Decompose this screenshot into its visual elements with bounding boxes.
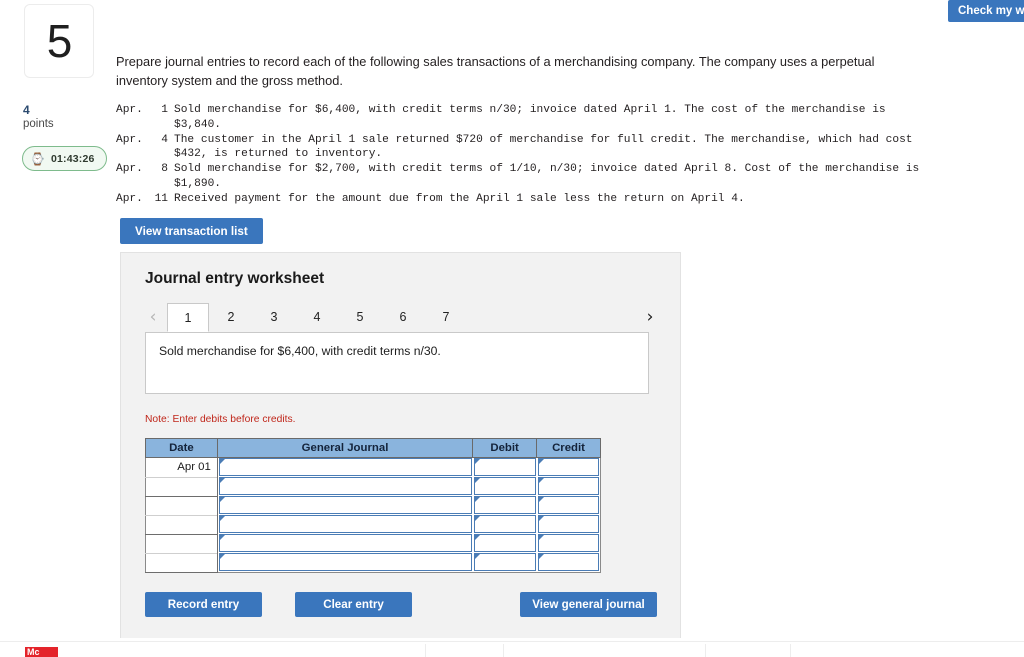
worksheet-tab-3[interactable]: 3: [253, 303, 295, 332]
mcgraw-hill-logo: Mc: [25, 647, 58, 657]
transaction-row: Apr. 4 The customer in the April 1 sale …: [116, 133, 936, 148]
cell-date-5: [145, 533, 218, 553]
cell-date-6: [145, 552, 218, 573]
input-debit-6[interactable]: [473, 553, 536, 571]
timer-value: 01:43:26: [50, 152, 95, 165]
column-header-debit: Debit: [472, 438, 538, 458]
journal-entry-worksheet-panel: Journal entry worksheet ‹ 1 2 3 4 5 6 7 …: [120, 252, 681, 638]
record-entry-button[interactable]: Record entry: [145, 592, 262, 617]
transaction-description: Sold merchandise for $6,400, with credit…: [174, 104, 886, 116]
view-general-journal-button[interactable]: View general journal: [520, 592, 657, 617]
cell-date-2: [145, 476, 218, 496]
transaction-row: Apr. 11 Received payment for the amount …: [116, 192, 936, 207]
table-row: [145, 514, 601, 534]
table-row: [145, 495, 601, 515]
transaction-day: 8: [161, 163, 168, 176]
debits-before-credits-note: Note: Enter debits before credits.: [145, 414, 296, 425]
input-general-journal-1[interactable]: [218, 458, 472, 476]
transaction-month: Apr.: [116, 163, 143, 176]
worksheet-title: Journal entry worksheet: [145, 270, 325, 287]
transaction-description: Sold merchandise for $2,700, with credit…: [174, 163, 920, 176]
transaction-description: Received payment for the amount due from…: [174, 192, 745, 205]
transaction-description-line2: $432, is returned to inventory.: [174, 148, 383, 161]
input-credit-4[interactable]: [537, 515, 599, 533]
transaction-description-line2: $1,890.: [174, 177, 221, 190]
chevron-right-icon[interactable]: ›: [642, 306, 658, 328]
input-debit-4[interactable]: [473, 515, 536, 533]
input-credit-1[interactable]: [537, 458, 599, 476]
chevron-left-icon[interactable]: ‹: [145, 306, 161, 328]
clear-entry-button[interactable]: Clear entry: [295, 592, 412, 617]
input-credit-3[interactable]: [537, 496, 599, 514]
transaction-row-continued: $3,840.: [116, 118, 936, 133]
transaction-list-body: Apr. 1 Sold merchandise for $6,400, with…: [116, 103, 936, 206]
column-header-general-journal: General Journal: [216, 438, 474, 458]
table-row: Apr 01: [145, 457, 601, 477]
table-row: [145, 552, 601, 573]
timer-badge: ⌚ 01:43:26: [22, 146, 107, 171]
input-general-journal-6[interactable]: [218, 553, 472, 571]
journal-table-head: Date General Journal Debit Credit: [145, 438, 601, 458]
input-general-journal-4[interactable]: [218, 515, 472, 533]
input-credit-2[interactable]: [537, 477, 599, 495]
cell-date-4: [145, 514, 218, 534]
footer-divider: [425, 644, 426, 657]
footer-divider: [790, 644, 791, 657]
transaction-row-continued: $1,890.: [116, 177, 936, 192]
transaction-month: Apr.: [116, 104, 143, 116]
points-value: 4: [23, 103, 30, 117]
transaction-day: 11: [154, 192, 168, 205]
worksheet-tabs: ‹ 1 2 3 4 5 6 7 ›: [145, 303, 658, 332]
input-credit-6[interactable]: [537, 553, 599, 571]
page-footer: Mc: [0, 641, 1024, 657]
input-credit-5[interactable]: [537, 534, 599, 552]
question-prompt: Prepare journal entries to record each o…: [116, 54, 875, 88]
input-debit-5[interactable]: [473, 534, 536, 552]
cell-date-3: [145, 495, 218, 515]
input-debit-1[interactable]: [473, 458, 536, 476]
input-general-journal-2[interactable]: [218, 477, 472, 495]
transaction-list: Apr. 1 Sold merchandise for $6,400, with…: [116, 103, 936, 206]
cell-date-1: Apr 01: [145, 457, 218, 477]
input-general-journal-3[interactable]: [218, 496, 472, 514]
view-transaction-list-button[interactable]: View transaction list: [120, 218, 263, 244]
input-debit-3[interactable]: [473, 496, 536, 514]
footer-divider: [503, 644, 504, 657]
worksheet-tab-panel: Sold merchandise for $6,400, with credit…: [145, 332, 649, 394]
worksheet-tab-4[interactable]: 4: [296, 303, 338, 332]
check-my-work-button[interactable]: Check my work: [948, 0, 1024, 22]
question-number-box: 5: [24, 4, 94, 78]
table-row: [145, 476, 601, 496]
worksheet-tab-2[interactable]: 2: [210, 303, 252, 332]
transaction-month: Apr.: [116, 133, 143, 146]
worksheet-tab-5[interactable]: 5: [339, 303, 381, 332]
footer-divider: [705, 644, 706, 657]
transaction-row-continued: $432, is returned to inventory.: [116, 147, 936, 162]
worksheet-tab-description: Sold merchandise for $6,400, with credit…: [159, 344, 441, 358]
journal-table-body: Apr 01: [145, 457, 601, 573]
transaction-month: Apr.: [116, 192, 143, 205]
worksheet-tab-7[interactable]: 7: [425, 303, 467, 332]
question-number: 5: [46, 15, 73, 67]
table-row: [145, 533, 601, 553]
points-label: points: [23, 118, 54, 130]
hourglass-icon: ⌚: [30, 151, 45, 166]
input-debit-2[interactable]: [473, 477, 536, 495]
journal-table-header-row: Date General Journal Debit Credit: [145, 438, 601, 458]
transaction-day: 1: [161, 104, 168, 116]
transaction-day: 4: [161, 133, 168, 146]
page-root: Check my work 5 4 points ⌚ 01:43:26 Prep…: [0, 0, 1024, 657]
input-general-journal-5[interactable]: [218, 534, 472, 552]
transaction-row: Apr. 8 Sold merchandise for $2,700, with…: [116, 162, 936, 177]
column-header-credit: Credit: [536, 438, 601, 458]
transaction-row: Apr. 1 Sold merchandise for $6,400, with…: [116, 103, 936, 118]
journal-entry-table: Date General Journal Debit Credit Apr 01: [145, 438, 601, 573]
worksheet-tab-6[interactable]: 6: [382, 303, 424, 332]
column-header-date: Date: [145, 438, 218, 458]
transaction-description: The customer in the April 1 sale returne…: [174, 133, 913, 146]
worksheet-tab-1[interactable]: 1: [167, 303, 209, 332]
transaction-description-line2: $3,840.: [174, 118, 221, 131]
